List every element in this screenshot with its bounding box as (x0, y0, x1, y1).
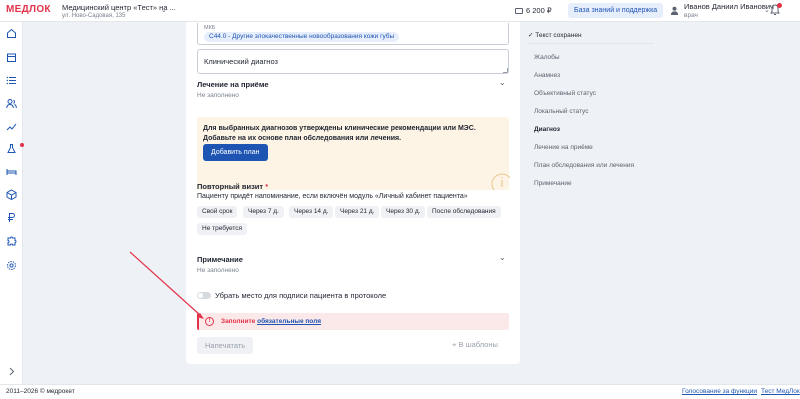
expand-sidebar-icon[interactable] (6, 366, 17, 377)
user-role: врач (684, 12, 698, 19)
alert-text: Заполните обязательные поля (221, 318, 321, 325)
logo[interactable]: МЕДЛОК (6, 4, 51, 15)
option-after-exam[interactable]: После обследования (427, 206, 501, 218)
resize-handle[interactable] (503, 68, 508, 73)
clinic-name: Медицинский центр «Тест» на ... (62, 3, 176, 12)
notification-dot (20, 143, 24, 147)
home-icon[interactable] (6, 28, 17, 39)
list-icon[interactable] (6, 75, 17, 86)
ruble-icon[interactable] (6, 212, 17, 223)
puzzle-icon[interactable] (6, 235, 17, 246)
note-title[interactable]: Примечание (197, 255, 243, 264)
gear-icon[interactable] (6, 260, 17, 271)
footer: 2011–2026 © медрокет Голосование за функ… (0, 384, 800, 399)
check-icon: ✓ (528, 32, 534, 39)
wallet-icon (515, 8, 523, 14)
nav-plan[interactable]: План обследования или лечения (534, 162, 634, 169)
notice-text: Для выбранных диагнозов утверждены клини… (203, 125, 476, 142)
nav-note[interactable]: Примечание (534, 180, 572, 187)
info-icon (491, 173, 510, 190)
divider (528, 43, 654, 44)
diagnosis-form: МКБ C44.0 - Другие злокачественные новоо… (186, 22, 520, 364)
required-mark: * (265, 182, 269, 191)
sidebar (0, 22, 24, 384)
chevron-down-icon[interactable]: ⌄ (499, 78, 506, 87)
recommendation-notice: Для выбранных диагнозов утверждены клини… (197, 117, 510, 190)
feature-vote-link[interactable]: Голосование за функции (682, 388, 757, 395)
user-menu[interactable]: Иванов Даниил Иванович врач (684, 2, 774, 20)
knowledge-base-button[interactable]: База знаний и поддержка (568, 3, 664, 18)
mkb-chip-text: C44.0 - Другие злокачественные новообраз… (209, 33, 395, 40)
chart-icon[interactable] (6, 121, 17, 132)
treatment-title[interactable]: Лечение на приёме (197, 80, 269, 89)
clinical-diagnosis-field[interactable] (197, 49, 509, 74)
required-fields-link[interactable]: обязательные поля (257, 318, 321, 325)
lab-icon[interactable] (6, 143, 24, 154)
chevron-down-icon[interactable]: ⌄ (764, 6, 770, 14)
option-own-term[interactable]: Свой срок (197, 206, 238, 218)
user-name: Иванов Даниил Иванович (684, 2, 774, 11)
test-medlok-link[interactable]: Тест МедЛок (761, 388, 800, 395)
template-label: В шаблоны (458, 340, 498, 349)
bed-icon[interactable] (6, 166, 17, 177)
box-icon[interactable] (6, 189, 17, 201)
signature-toggle-label: Убрать место для подписи пациента в прот… (215, 291, 387, 300)
plus-icon: + (452, 340, 457, 349)
nav-diagnosis[interactable]: Диагноз (534, 126, 560, 133)
option-14-days[interactable]: Через 14 д. (289, 206, 334, 218)
clinic-address: ул. Ново-Садовая, 135 (62, 13, 126, 19)
user-icon (670, 6, 679, 15)
chevron-down-icon[interactable]: ⌄ (499, 253, 506, 262)
add-plan-button[interactable]: Добавить план (203, 144, 268, 161)
top-header: МЕДЛОК Медицинский центр «Тест» на ... у… (0, 0, 800, 22)
print-button[interactable]: Напечатать (197, 337, 254, 354)
balance[interactable]: 6 200 ₽ (515, 6, 552, 15)
option-30-days[interactable]: Через 30 д. (381, 206, 426, 218)
nav-treatment[interactable]: Лечение на приёме (534, 144, 593, 151)
note-value: Не заполнено (197, 267, 239, 274)
repeat-visit-label: Повторный визит (197, 182, 264, 191)
nav-objective-status[interactable]: Объективный статус (534, 90, 596, 97)
balance-value: 6 200 ₽ (526, 6, 552, 15)
save-template-button[interactable]: + В шаблоны (452, 340, 498, 349)
notification-dot (777, 3, 782, 8)
mkb-field[interactable]: МКБ C44.0 - Другие злокачественные новоо… (197, 23, 509, 45)
clinic-selector[interactable]: Медицинский центр «Тест» на ... ул. Ново… (62, 3, 176, 21)
mkb-chip[interactable]: C44.0 - Другие злокачественные новообраз… (204, 32, 400, 42)
signature-toggle[interactable] (197, 292, 211, 299)
save-status-text: Текст сохранен (535, 32, 582, 39)
required-fields-alert: ! Заполните обязательные поля (197, 313, 509, 330)
repeat-visit-title: Повторный визит * (197, 182, 268, 191)
warning-icon: ! (205, 317, 214, 326)
chevron-down-icon[interactable]: ⌄ (161, 6, 167, 14)
treatment-value: Не заполнено (197, 92, 239, 99)
option-not-required[interactable]: Не требуется (197, 223, 248, 235)
patients-icon[interactable] (6, 98, 17, 109)
mkb-label: МКБ (204, 25, 216, 31)
nav-anamnesis[interactable]: Анамнез (534, 72, 560, 79)
option-7-days[interactable]: Через 7 д. (243, 206, 284, 218)
nav-local-status[interactable]: Локальный статус (534, 108, 588, 115)
nav-complaints[interactable]: Жалобы (534, 54, 560, 61)
save-status: ✓ Текст сохранен (528, 31, 582, 39)
repeat-visit-subtitle: Пациенту придёт напоминание, если включё… (197, 193, 468, 200)
option-21-days[interactable]: Через 21 д. (335, 206, 380, 218)
calendar-icon[interactable] (6, 52, 17, 63)
copyright: 2011–2026 © медрокет (6, 388, 75, 395)
alert-prefix: Заполните (221, 318, 256, 325)
